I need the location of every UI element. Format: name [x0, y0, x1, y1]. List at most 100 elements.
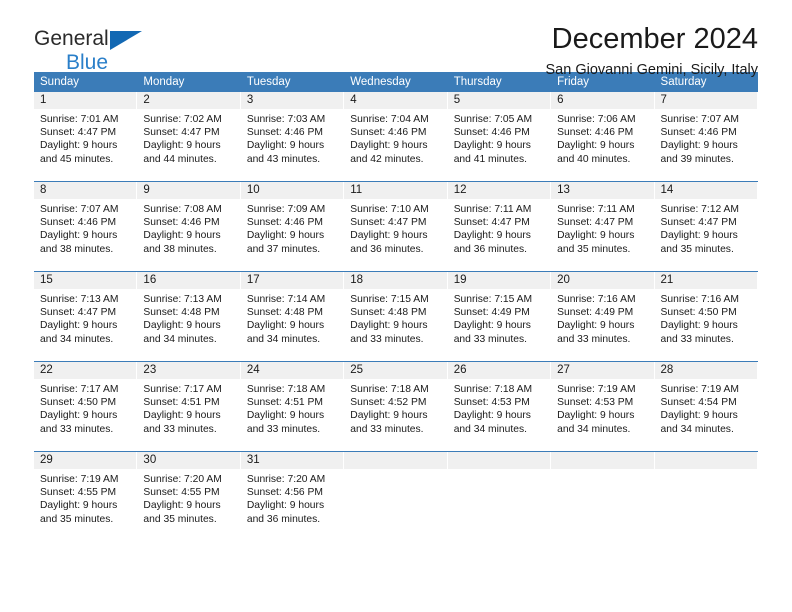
day-cell[interactable]: 28 Sunrise: 7:19 AM Sunset: 4:54 PM Dayl… — [654, 362, 758, 451]
day-cell[interactable]: 17 Sunrise: 7:14 AM Sunset: 4:48 PM Dayl… — [240, 272, 345, 361]
day-details — [551, 469, 653, 473]
sunrise-text: Sunrise: 7:11 AM — [453, 204, 532, 215]
day-cell[interactable]: 3 Sunrise: 7:03 AM Sunset: 4:46 PM Dayli… — [240, 92, 345, 181]
day-details: Sunrise: 7:15 AM Sunset: 4:48 PM Dayligh… — [344, 289, 446, 346]
daylight-text-line1: Daylight: 9 hours — [453, 320, 531, 332]
page-subtitle: San Giovanni Gemini, Sicily, Italy — [545, 62, 758, 78]
day-cell[interactable]: 31 Sunrise: 7:20 AM Sunset: 4:56 PM Dayl… — [240, 452, 345, 541]
logo-text-blue: Blue — [66, 51, 109, 74]
daylight-text-line2: and 36 minutes. — [246, 513, 321, 525]
sunset-text: Sunset: 4:51 PM — [246, 397, 323, 409]
sunset-text: Sunset: 4:56 PM — [246, 487, 323, 499]
day-details: Sunrise: 7:19 AM Sunset: 4:55 PM Dayligh… — [34, 469, 136, 526]
day-cell[interactable]: 13 Sunrise: 7:11 AM Sunset: 4:47 PM Dayl… — [551, 182, 655, 271]
day-cell[interactable]: 2 Sunrise: 7:02 AM Sunset: 4:47 PM Dayli… — [137, 92, 241, 181]
logo-triangle-icon — [110, 31, 142, 50]
day-number: 8 — [34, 182, 137, 199]
sunrise-text: Sunrise: 7:06 AM — [557, 114, 636, 125]
day-cell[interactable]: 14 Sunrise: 7:12 AM Sunset: 4:47 PM Dayl… — [654, 182, 758, 271]
page-title: December 2024 — [551, 23, 758, 55]
day-details: Sunrise: 7:15 AM Sunset: 4:49 PM Dayligh… — [448, 289, 550, 346]
day-number: 14 — [654, 182, 757, 199]
daylight-text-line1: Daylight: 9 hours — [350, 140, 428, 152]
day-cell[interactable]: 8 Sunrise: 7:07 AM Sunset: 4:46 PM Dayli… — [34, 182, 138, 271]
calendar-page: General Blue December 2024 San Giovanni … — [0, 0, 792, 612]
daylight-text-line2: and 45 minutes. — [40, 153, 114, 165]
day-number: 13 — [551, 182, 654, 199]
sunset-text: Sunset: 4:50 PM — [660, 307, 737, 319]
sunrise-text: Sunrise: 7:18 AM — [246, 384, 326, 395]
daylight-text-line2: and 33 minutes. — [246, 423, 321, 435]
calendar-grid: Sunday Monday Tuesday Wednesday Thursday… — [34, 72, 758, 541]
day-cell[interactable]: 9 Sunrise: 7:08 AM Sunset: 4:46 PM Dayli… — [137, 182, 241, 271]
day-cell[interactable]: 23 Sunrise: 7:17 AM Sunset: 4:51 PM Dayl… — [137, 362, 241, 451]
day-cell-empty — [654, 452, 758, 541]
daylight-text-line1: Daylight: 9 hours — [660, 230, 738, 242]
day-cell[interactable]: 27 Sunrise: 7:19 AM Sunset: 4:53 PM Dayl… — [551, 362, 655, 451]
daylight-text-line1: Daylight: 9 hours — [246, 140, 325, 152]
sunrise-text: Sunrise: 7:15 AM — [350, 294, 429, 305]
day-details: Sunrise: 7:20 AM Sunset: 4:55 PM Dayligh… — [137, 469, 239, 526]
day-cell[interactable]: 11 Sunrise: 7:10 AM Sunset: 4:47 PM Dayl… — [344, 182, 448, 271]
sunrise-text: Sunrise: 7:17 AM — [143, 384, 222, 395]
day-cell[interactable]: 26 Sunrise: 7:18 AM Sunset: 4:53 PM Dayl… — [447, 362, 552, 451]
sunset-text: Sunset: 4:47 PM — [143, 127, 220, 139]
day-number: 24 — [240, 362, 344, 379]
sunrise-text: Sunrise: 7:08 AM — [143, 204, 222, 215]
daylight-text-line2: and 44 minutes. — [143, 153, 217, 165]
day-cell[interactable]: 15 Sunrise: 7:13 AM Sunset: 4:47 PM Dayl… — [34, 272, 138, 361]
sunset-text: Sunset: 4:48 PM — [143, 307, 220, 319]
day-details: Sunrise: 7:10 AM Sunset: 4:47 PM Dayligh… — [344, 199, 446, 256]
day-details: Sunrise: 7:13 AM Sunset: 4:48 PM Dayligh… — [137, 289, 239, 346]
day-cell[interactable]: 12 Sunrise: 7:11 AM Sunset: 4:47 PM Dayl… — [447, 182, 552, 271]
day-number: 11 — [344, 182, 447, 199]
day-cell[interactable]: 30 Sunrise: 7:20 AM Sunset: 4:55 PM Dayl… — [137, 452, 241, 541]
daylight-text-line1: Daylight: 9 hours — [40, 140, 118, 152]
day-cell[interactable]: 21 Sunrise: 7:16 AM Sunset: 4:50 PM Dayl… — [654, 272, 758, 361]
day-details: Sunrise: 7:03 AM Sunset: 4:46 PM Dayligh… — [241, 109, 343, 166]
daylight-text-line2: and 41 minutes. — [453, 153, 527, 165]
day-number: 25 — [344, 362, 447, 379]
day-cell[interactable]: 18 Sunrise: 7:15 AM Sunset: 4:48 PM Dayl… — [344, 272, 448, 361]
daylight-text-line2: and 39 minutes. — [660, 153, 734, 165]
week-row: 15 Sunrise: 7:13 AM Sunset: 4:47 PM Dayl… — [34, 271, 758, 361]
sunset-text: Sunset: 4:52 PM — [350, 397, 427, 409]
sunset-text: Sunset: 4:47 PM — [453, 217, 530, 229]
day-number: 30 — [137, 452, 240, 469]
sunset-text: Sunset: 4:46 PM — [660, 127, 737, 139]
title-block: December 2024 San Giovanni Gemini, Sicil… — [546, 22, 758, 80]
sunset-text: Sunset: 4:51 PM — [143, 397, 220, 409]
day-cell[interactable]: 5 Sunrise: 7:05 AM Sunset: 4:46 PM Dayli… — [447, 92, 552, 181]
day-cell[interactable]: 10 Sunrise: 7:09 AM Sunset: 4:46 PM Dayl… — [240, 182, 345, 271]
sunset-text: Sunset: 4:53 PM — [557, 397, 634, 409]
day-cell[interactable]: 22 Sunrise: 7:17 AM Sunset: 4:50 PM Dayl… — [34, 362, 138, 451]
day-details: Sunrise: 7:01 AM Sunset: 4:47 PM Dayligh… — [34, 109, 136, 166]
day-number — [344, 452, 447, 469]
day-details: Sunrise: 7:06 AM Sunset: 4:46 PM Dayligh… — [551, 109, 653, 166]
sunrise-text: Sunrise: 7:02 AM — [143, 114, 222, 125]
day-cell[interactable]: 24 Sunrise: 7:18 AM Sunset: 4:51 PM Dayl… — [240, 362, 345, 451]
day-number: 5 — [447, 92, 551, 109]
daylight-text-line2: and 35 minutes. — [557, 243, 631, 255]
sunrise-text: Sunrise: 7:14 AM — [246, 294, 326, 305]
daylight-text-line1: Daylight: 9 hours — [350, 320, 428, 332]
day-cell[interactable]: 19 Sunrise: 7:15 AM Sunset: 4:49 PM Dayl… — [447, 272, 552, 361]
day-cell[interactable]: 29 Sunrise: 7:19 AM Sunset: 4:55 PM Dayl… — [34, 452, 138, 541]
day-cell[interactable]: 7 Sunrise: 7:07 AM Sunset: 4:46 PM Dayli… — [654, 92, 758, 181]
daylight-text-line2: and 34 minutes. — [660, 423, 734, 435]
day-number: 12 — [447, 182, 551, 199]
day-cell[interactable]: 16 Sunrise: 7:13 AM Sunset: 4:48 PM Dayl… — [137, 272, 241, 361]
day-cell[interactable]: 1 Sunrise: 7:01 AM Sunset: 4:47 PM Dayli… — [34, 92, 138, 181]
day-details: Sunrise: 7:02 AM Sunset: 4:47 PM Dayligh… — [137, 109, 239, 166]
day-cell[interactable]: 4 Sunrise: 7:04 AM Sunset: 4:46 PM Dayli… — [344, 92, 448, 181]
day-details: Sunrise: 7:18 AM Sunset: 4:52 PM Dayligh… — [344, 379, 446, 436]
day-number: 9 — [137, 182, 240, 199]
day-cell[interactable]: 6 Sunrise: 7:06 AM Sunset: 4:46 PM Dayli… — [551, 92, 655, 181]
sunrise-text: Sunrise: 7:10 AM — [350, 204, 429, 215]
day-cell[interactable]: 20 Sunrise: 7:16 AM Sunset: 4:49 PM Dayl… — [551, 272, 655, 361]
day-cell[interactable]: 25 Sunrise: 7:18 AM Sunset: 4:52 PM Dayl… — [344, 362, 448, 451]
day-details: Sunrise: 7:09 AM Sunset: 4:46 PM Dayligh… — [241, 199, 343, 256]
sunrise-text: Sunrise: 7:03 AM — [246, 114, 326, 125]
sunrise-text: Sunrise: 7:01 AM — [40, 114, 119, 125]
sunrise-text: Sunrise: 7:19 AM — [40, 474, 119, 485]
